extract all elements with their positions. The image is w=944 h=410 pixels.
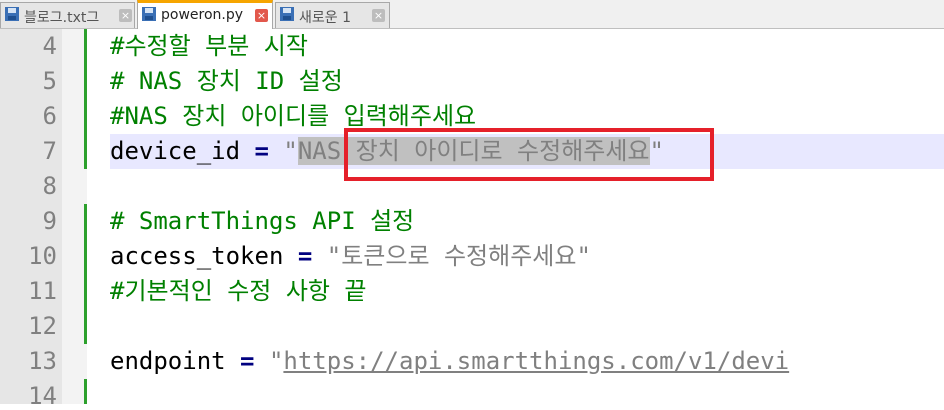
line-number: 14 [28,382,57,410]
variable-name: access_token [110,242,284,270]
code-line-13: endpoint = "https://api.smartthings.com/… [110,344,789,379]
tab-blog-txt[interactable]: 블로그.txt그 × [0,2,135,28]
code-line-5: # NAS 장치 ID 설정 [110,67,343,95]
tab-label: 블로그.txt그 [24,10,100,26]
annotation-highlight-box [344,128,714,181]
string-literal: "토큰으로 수정해주세요" [326,242,591,270]
save-disk-icon [142,7,156,21]
line-number: 9 [42,207,57,235]
line-number: 10 [28,242,57,270]
line-number: 4 [42,32,57,60]
code-line-10: access_token = "토큰으로 수정해주세요" [110,239,591,274]
line-number: 8 [42,172,57,200]
line-number: 7 [42,137,57,165]
tab-new-1[interactable]: 새로운 1 × [275,2,390,28]
variable-name: endpoint [110,347,226,375]
code-line-11: #기본적인 수정 사항 끝 [110,277,367,305]
line-number: 6 [42,102,57,130]
operator: = [283,242,327,270]
tab-poweron-py[interactable]: poweron.py × [137,0,273,29]
operator: = [240,137,284,165]
tab-label: poweron.py [161,7,244,23]
close-tab-icon[interactable]: × [255,9,268,22]
tab-label: 새로운 1 [299,10,351,26]
string-quote: " [283,137,298,165]
string-quote: " [268,347,284,375]
tab-bar: 블로그.txt그 × poweron.py × 새로운 1 × [0,0,944,29]
code-line-4: #수정할 부분 시작 [110,32,308,60]
change-marker [84,379,87,404]
save-disk-icon [280,7,294,21]
line-number: 5 [42,67,57,95]
operator: = [225,347,269,375]
change-marker [84,29,87,169]
line-number: 11 [28,277,57,305]
line-number: 13 [28,347,57,375]
save-disk-icon [5,7,19,21]
close-tab-icon[interactable]: × [372,9,385,22]
url-link[interactable]: https://api.smartthings.com/v1/devi [283,347,789,375]
close-tab-icon[interactable]: × [119,9,132,22]
code-line-9: # SmartThings API 설정 [110,207,415,235]
change-marker [84,204,87,344]
line-number: 12 [28,312,57,340]
variable-name: device_id [110,137,241,165]
